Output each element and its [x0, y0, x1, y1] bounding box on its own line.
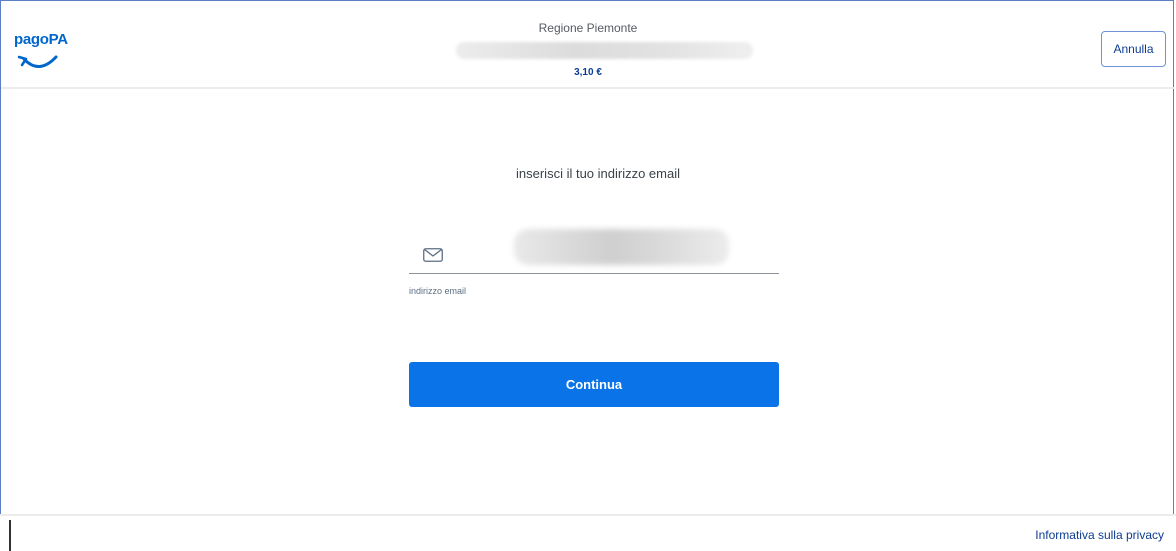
email-input[interactable] [469, 230, 773, 272]
footer-divider [9, 520, 11, 551]
payment-amount: 3,10 € [574, 67, 602, 78]
privacy-policy-link[interactable]: Informativa sulla privacy [1035, 528, 1164, 542]
checkout-window: pagoPA Regione Piemonte 3,10 € Annulla i… [0, 0, 1175, 547]
cancel-button[interactable]: Annulla [1101, 31, 1166, 67]
email-field[interactable] [409, 224, 779, 274]
email-field-label: indirizzo email [409, 286, 467, 296]
pagopa-logo: pagoPA [14, 31, 74, 71]
continue-button[interactable]: Continua [409, 362, 779, 407]
header: pagoPA Regione Piemonte 3,10 € Annulla [1, 1, 1175, 89]
footer: Informativa sulla privacy [0, 514, 1176, 551]
payee-name: Regione Piemonte [538, 21, 638, 35]
redacted-payment-subject [456, 42, 753, 59]
email-prompt: inserisci il tuo indirizzo email [516, 166, 680, 181]
mail-icon [423, 248, 443, 262]
